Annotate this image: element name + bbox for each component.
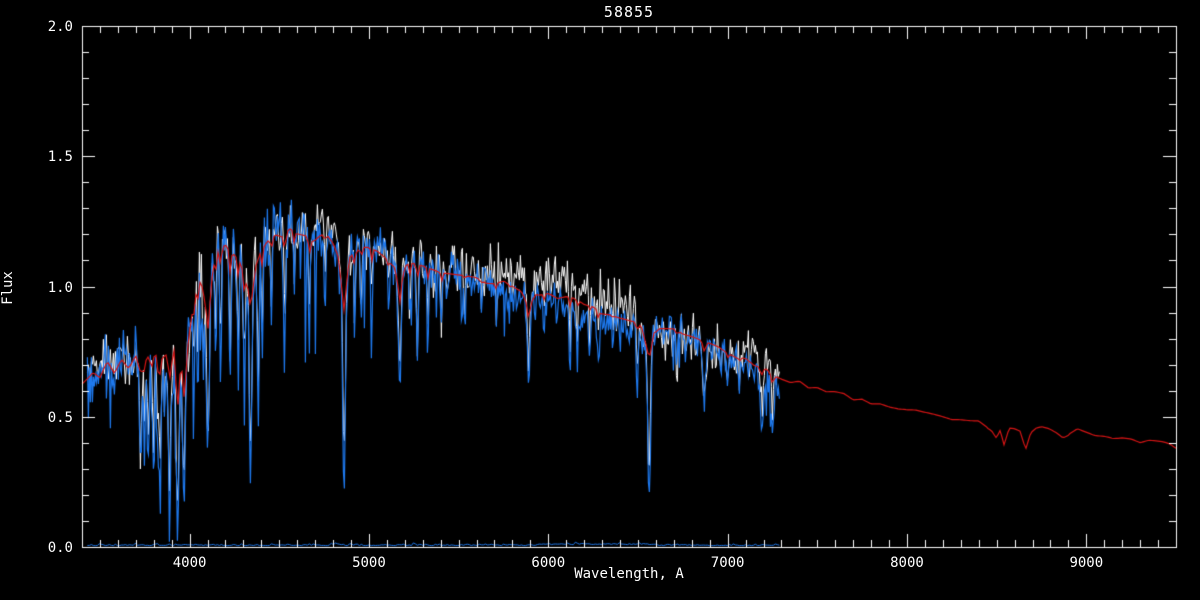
x-tick-label: 7000 <box>710 555 745 571</box>
spectrum-figure: 58855 Wavelength, A Flux 4000 5000 6000 700… <box>0 0 1200 600</box>
y-axis-label: Flux <box>0 271 16 305</box>
y-tick-label: 1.5 <box>47 149 73 166</box>
x-axis-label: Wavelength, A <box>574 566 684 582</box>
y-tick-label: 0.5 <box>47 409 73 426</box>
spectrum-canvas <box>0 0 1200 600</box>
y-tick-label: 1.0 <box>47 279 73 296</box>
plot-title: 58855 <box>603 3 655 21</box>
x-tick-label: 6000 <box>531 555 566 571</box>
x-tick-label: 4000 <box>172 555 207 571</box>
x-tick-label: 9000 <box>1069 555 1104 571</box>
y-tick-label: 2.0 <box>47 19 73 35</box>
x-tick-label: 8000 <box>890 555 924 571</box>
x-tick-label: 5000 <box>352 555 386 571</box>
y-tick-label: 0.0 <box>47 540 73 556</box>
